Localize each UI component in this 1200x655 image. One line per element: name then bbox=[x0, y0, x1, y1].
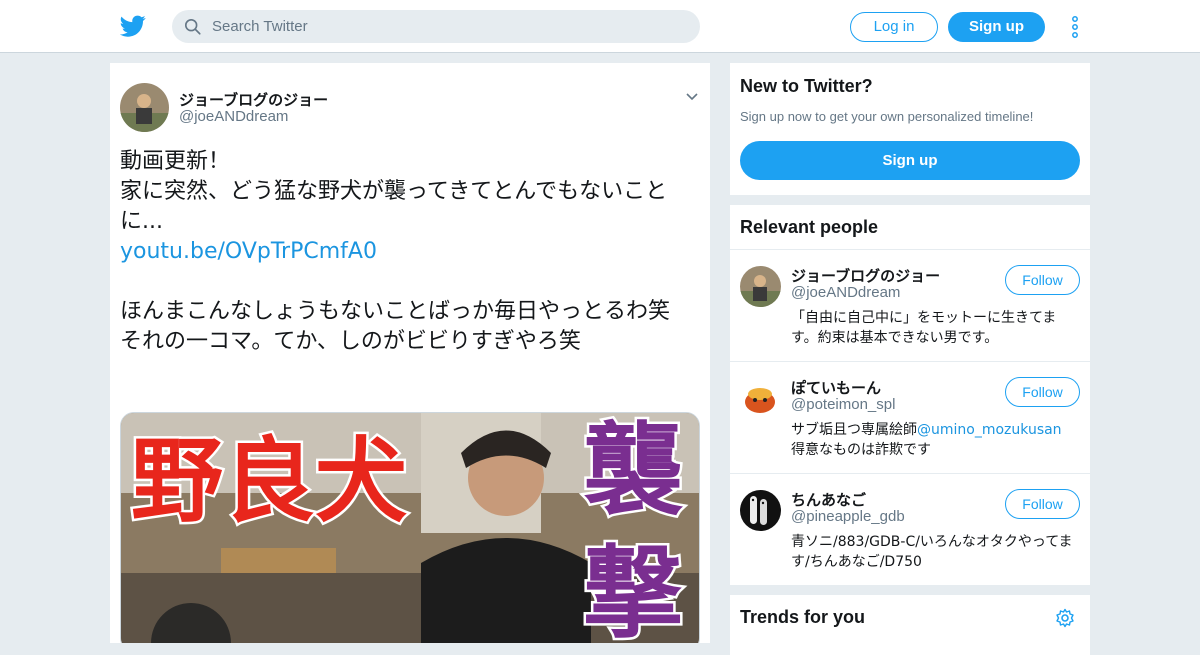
tweet-text-line: ほんまこんなしょうもないことばっか毎日やっとるわ笑 bbox=[120, 299, 671, 324]
top-navigation-bar: Log in Sign up bbox=[0, 0, 1200, 53]
follow-button[interactable]: Follow bbox=[1005, 377, 1080, 407]
person-name[interactable]: ジョーブログのジョー bbox=[791, 265, 940, 286]
tweet-media-image[interactable]: 野良犬 襲 撃 bbox=[120, 412, 700, 643]
media-caption-right-1: 襲 bbox=[583, 413, 683, 529]
avatar[interactable] bbox=[120, 83, 169, 132]
follow-button[interactable]: Follow bbox=[1005, 489, 1080, 519]
person-bio: サブ垢且つ専属絵師@umino_mozukusan 得意なものは詐欺です bbox=[791, 420, 1081, 460]
person-handle[interactable]: @pineapple_gdb bbox=[791, 508, 905, 525]
tweet-author-name[interactable]: ジョーブログのジョー bbox=[179, 89, 328, 110]
tweet-author-handle[interactable]: @joeANDdream bbox=[179, 108, 288, 125]
person-handle[interactable]: @joeANDdream bbox=[791, 284, 900, 301]
tweet-link[interactable]: youtu.be/OVpTrPCmfA0 bbox=[120, 237, 698, 267]
tweet-card: ジョーブログのジョー @joeANDdream 動画更新！ 家に突然、どう猛な野… bbox=[110, 63, 710, 643]
trends-card: Trends for you bbox=[730, 595, 1090, 655]
sign-up-button[interactable]: Sign up bbox=[948, 12, 1045, 42]
search-field[interactable] bbox=[172, 10, 700, 43]
relevant-people-title: Relevant people bbox=[740, 217, 879, 237]
new-to-twitter-title: New to Twitter? bbox=[740, 76, 873, 96]
tweet-text: 動画更新！ 家に突然、どう猛な野犬が襲ってきてとんでもないことに... yout… bbox=[120, 147, 698, 357]
relevant-people-card: Relevant people ジョーブログのジョー @joeANDdream … bbox=[730, 205, 1090, 586]
trends-title: Trends for you bbox=[740, 607, 866, 627]
person-bio-text: サブ垢且つ専属絵師 bbox=[791, 422, 917, 438]
tweet-text-line: 動画更新！ bbox=[120, 149, 231, 174]
person-bio: 「自由に自己中に」をモットーに生きてます。約束は基本できない男です。 bbox=[791, 310, 1057, 346]
twitter-bird-icon[interactable] bbox=[120, 13, 146, 39]
avatar[interactable] bbox=[740, 378, 781, 419]
new-to-twitter-card: New to Twitter? Sign up now to get your … bbox=[730, 63, 1090, 195]
avatar[interactable] bbox=[740, 266, 781, 307]
tweet-text-line: 家に突然、どう猛な野犬が襲ってきてとんでもないことに... bbox=[120, 179, 668, 234]
tweet-text-line: それの一コマ。てか、しのがビビりすぎやろ笑 bbox=[120, 329, 581, 354]
follow-button[interactable]: Follow bbox=[1005, 265, 1080, 295]
vertical-ellipsis-icon[interactable] bbox=[1070, 16, 1080, 38]
person-bio-text: 得意なものは詐欺です bbox=[791, 442, 931, 458]
search-icon bbox=[184, 18, 201, 35]
person-name[interactable]: ちんあなご bbox=[791, 489, 866, 510]
media-caption-left: 野良犬 bbox=[131, 428, 407, 535]
media-caption-right-2: 撃 bbox=[583, 535, 683, 643]
person-item[interactable]: ちんあなご @pineapple_gdb Follow 青ソニ/883/GDB-… bbox=[730, 474, 1090, 586]
person-item[interactable]: ジョーブログのジョー @joeANDdream Follow 「自由に自己中に」… bbox=[730, 250, 1090, 362]
person-bio: 青ソニ/883/GDB-C/いろんなオタクやってます/ちんあなご/D750 bbox=[791, 534, 1073, 570]
log-in-button[interactable]: Log in bbox=[850, 12, 938, 42]
bio-mention-link[interactable]: @umino_mozukusan bbox=[917, 422, 1062, 438]
search-input[interactable] bbox=[212, 10, 682, 43]
avatar[interactable] bbox=[740, 490, 781, 531]
person-name[interactable]: ぽていもーん bbox=[791, 377, 881, 398]
person-item[interactable]: ぽていもーん @poteimon_spl Follow サブ垢且つ専属絵師@um… bbox=[730, 362, 1090, 474]
chevron-down-icon[interactable] bbox=[685, 90, 699, 104]
gear-icon[interactable] bbox=[1055, 608, 1075, 628]
new-to-twitter-subtitle: Sign up now to get your own personalized… bbox=[740, 109, 1034, 124]
person-handle[interactable]: @poteimon_spl bbox=[791, 396, 895, 413]
sidebar-sign-up-button[interactable]: Sign up bbox=[740, 141, 1080, 180]
